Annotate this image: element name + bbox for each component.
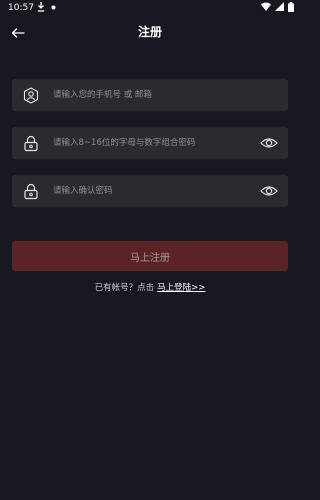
account-field[interactable]: 请输入您的手机号 或 邮箱 bbox=[12, 79, 288, 111]
account-input[interactable]: 请输入您的手机号 或 邮箱 bbox=[53, 89, 152, 101]
eye-icon[interactable] bbox=[260, 135, 278, 151]
login-prompt-text: 已有帐号？点击 bbox=[94, 283, 155, 293]
status-bar: 10:57 bbox=[0, 0, 300, 16]
wifi-icon bbox=[261, 2, 271, 14]
download-icon bbox=[37, 1, 45, 15]
password-field[interactable]: 请输入8~16位的字母与数字组合密码 bbox=[12, 127, 288, 159]
signal-icon bbox=[275, 2, 284, 14]
notification-dot-icon bbox=[51, 3, 56, 13]
system-status-icons bbox=[261, 1, 294, 15]
password-input[interactable]: 请输入8~16位的字母与数字组合密码 bbox=[53, 137, 195, 149]
eye-icon[interactable] bbox=[260, 183, 278, 199]
confirm-password-field[interactable]: 请输入确认密码 bbox=[12, 175, 288, 207]
confirm-password-input[interactable]: 请输入确认密码 bbox=[53, 185, 113, 197]
lock-icon bbox=[22, 182, 40, 200]
login-link[interactable]: 马上登陆>> bbox=[157, 283, 205, 293]
user-icon bbox=[22, 86, 40, 104]
battery-icon bbox=[288, 1, 294, 15]
status-time: 10:57 bbox=[8, 3, 34, 13]
lock-icon bbox=[22, 134, 40, 152]
header: 注册 bbox=[0, 16, 300, 48]
register-button[interactable]: 马上注册 bbox=[12, 241, 288, 271]
notification-icons bbox=[37, 1, 56, 15]
login-prompt: 已有帐号？点击 马上登陆>> bbox=[0, 282, 300, 294]
page-title: 注册 bbox=[137, 25, 162, 39]
